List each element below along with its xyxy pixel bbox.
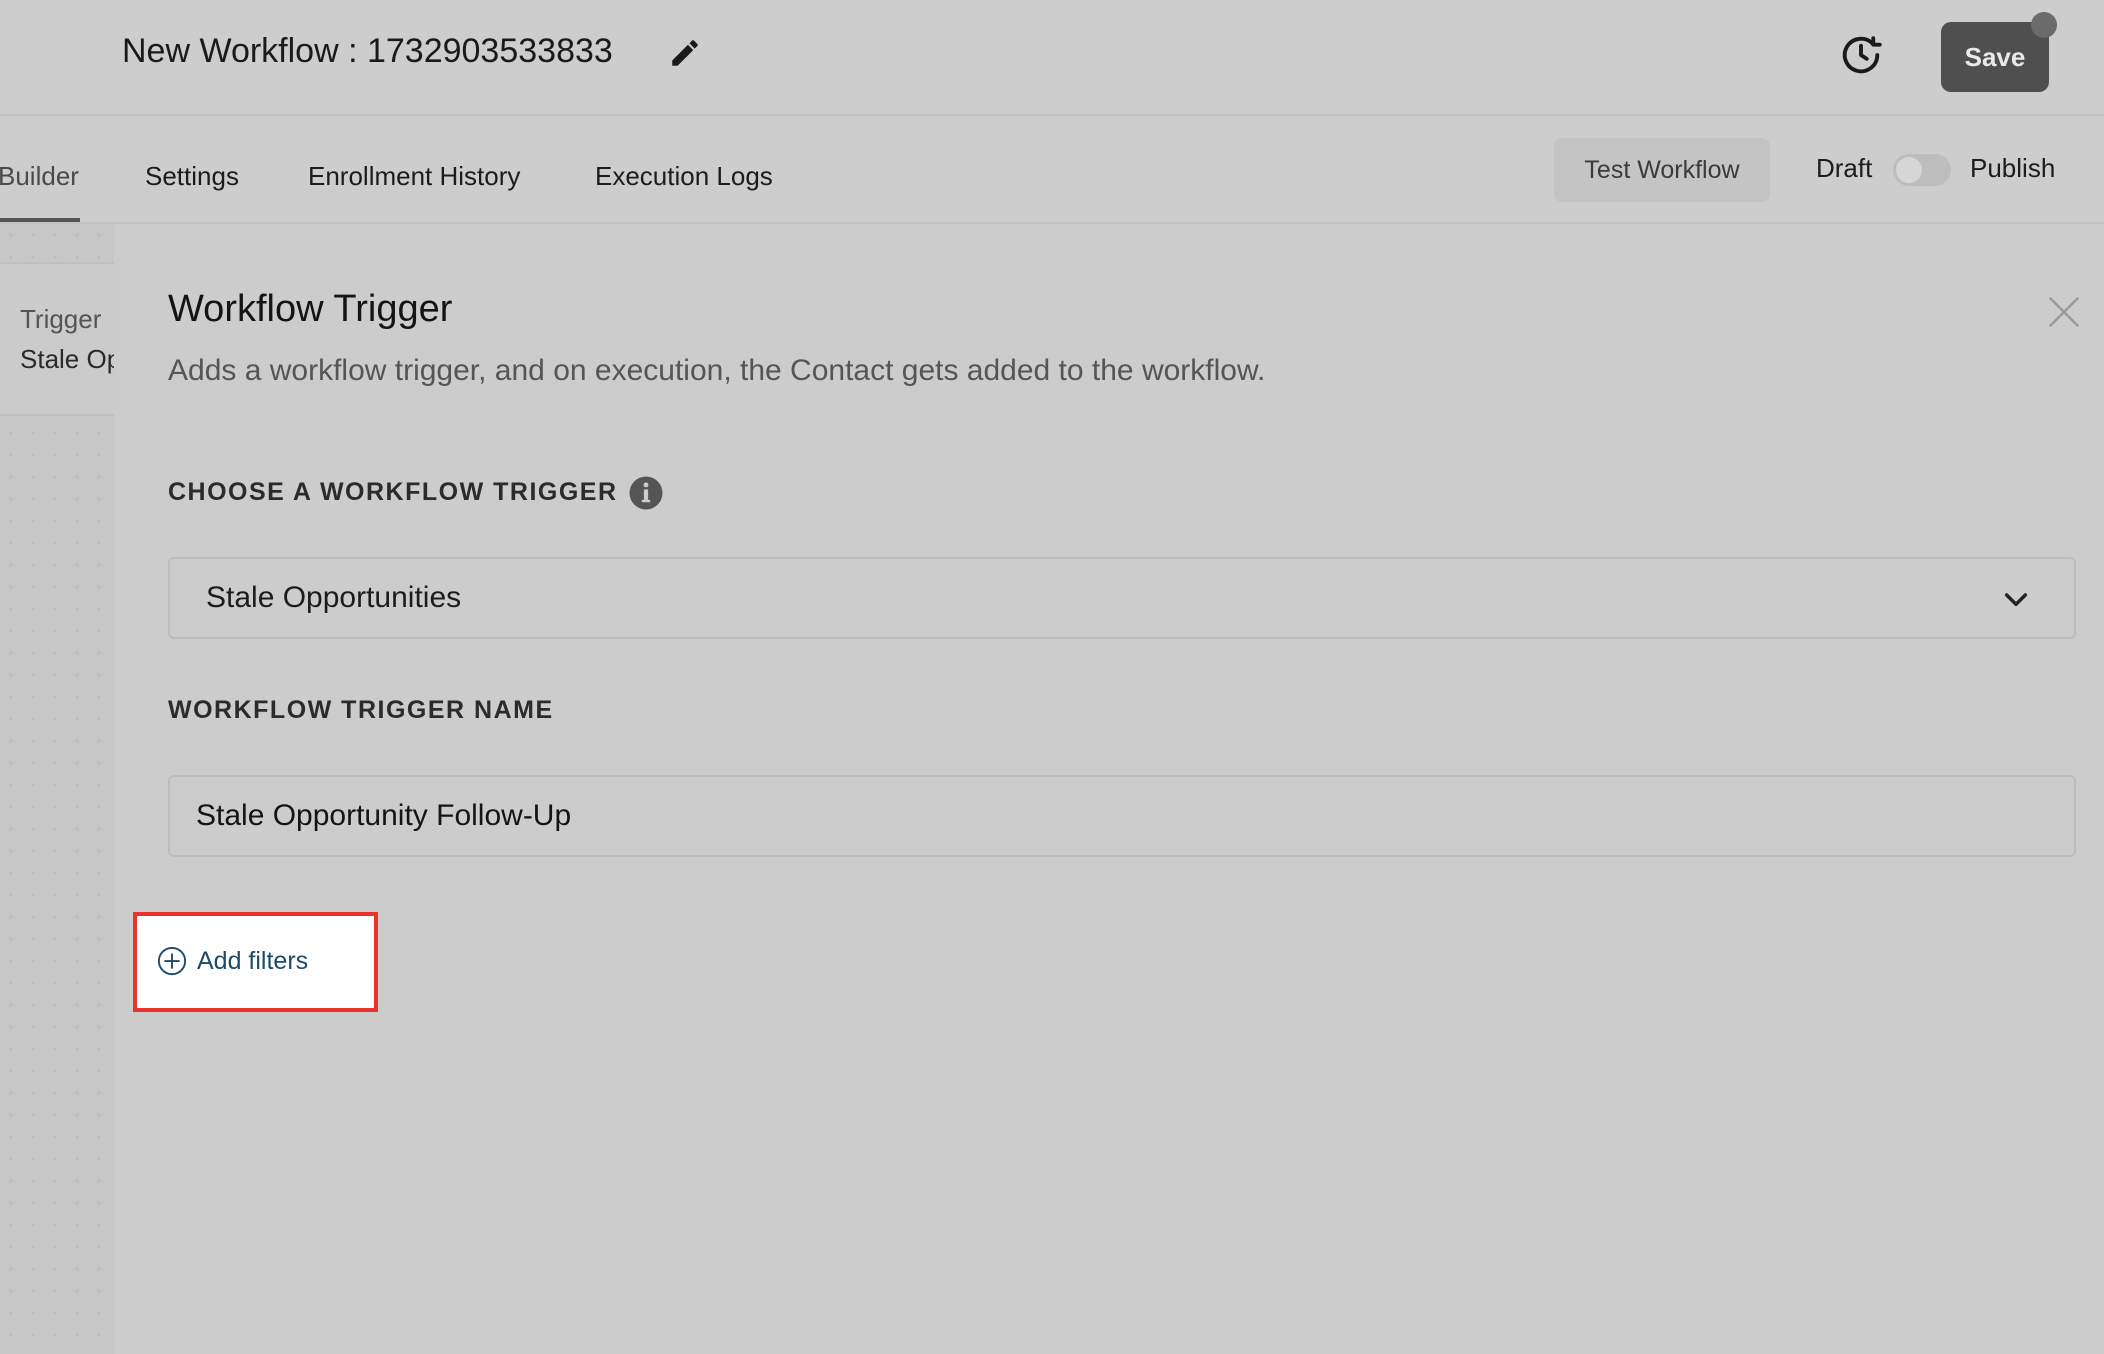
tab-enrollment-history[interactable]: Enrollment History bbox=[308, 160, 520, 192]
publish-label: Publish bbox=[1970, 153, 2056, 183]
close-icon[interactable] bbox=[2046, 294, 2082, 330]
draft-label: Draft bbox=[1816, 153, 1873, 183]
chevron-down-icon bbox=[2004, 593, 2028, 607]
info-icon[interactable] bbox=[628, 475, 664, 511]
toggle-knob bbox=[1896, 157, 1922, 183]
plus-circle-icon bbox=[157, 946, 187, 976]
tab-execution-logs[interactable]: Execution Logs bbox=[595, 160, 773, 192]
edit-icon[interactable] bbox=[668, 36, 702, 70]
panel-description: Adds a workflow trigger, and on executio… bbox=[168, 354, 1266, 387]
trigger-name-input[interactable] bbox=[168, 775, 2076, 857]
save-status-dot bbox=[2031, 12, 2057, 38]
top-header: New Workflow : 1732903533833 Save bbox=[0, 0, 2104, 116]
workflow-title: New Workflow : 1732903533833 bbox=[122, 32, 613, 70]
history-icon[interactable] bbox=[1838, 32, 1884, 78]
tab-bar: Builder Settings Enrollment History Exec… bbox=[0, 116, 2104, 224]
trigger-node-card[interactable]: Trigger Stale Opportunities bbox=[0, 262, 114, 416]
tab-builder[interactable]: Builder bbox=[0, 160, 79, 192]
test-workflow-button[interactable]: Test Workflow bbox=[1554, 138, 1770, 202]
trigger-name-label: WORKFLOW TRIGGER NAME bbox=[168, 696, 554, 724]
tab-settings[interactable]: Settings bbox=[145, 160, 239, 192]
add-filters-button[interactable]: Add filters bbox=[157, 946, 308, 976]
add-filters-label: Add filters bbox=[197, 946, 309, 975]
workflow-trigger-panel: Workflow Trigger Adds a workflow trigger… bbox=[114, 224, 2104, 1354]
trigger-select[interactable]: Stale Opportunities bbox=[168, 557, 2076, 639]
trigger-select-value: Stale Opportunities bbox=[206, 581, 462, 614]
trigger-node-title: Trigger bbox=[20, 304, 102, 334]
panel-title: Workflow Trigger bbox=[168, 288, 453, 330]
publish-toggle[interactable] bbox=[1893, 154, 1951, 186]
add-filters-highlight: Add filters bbox=[133, 912, 378, 1012]
choose-trigger-label: CHOOSE A WORKFLOW TRIGGER bbox=[168, 478, 618, 506]
active-tab-indicator bbox=[0, 218, 80, 222]
trigger-node-subtitle: Stale Opportunities bbox=[20, 344, 114, 374]
